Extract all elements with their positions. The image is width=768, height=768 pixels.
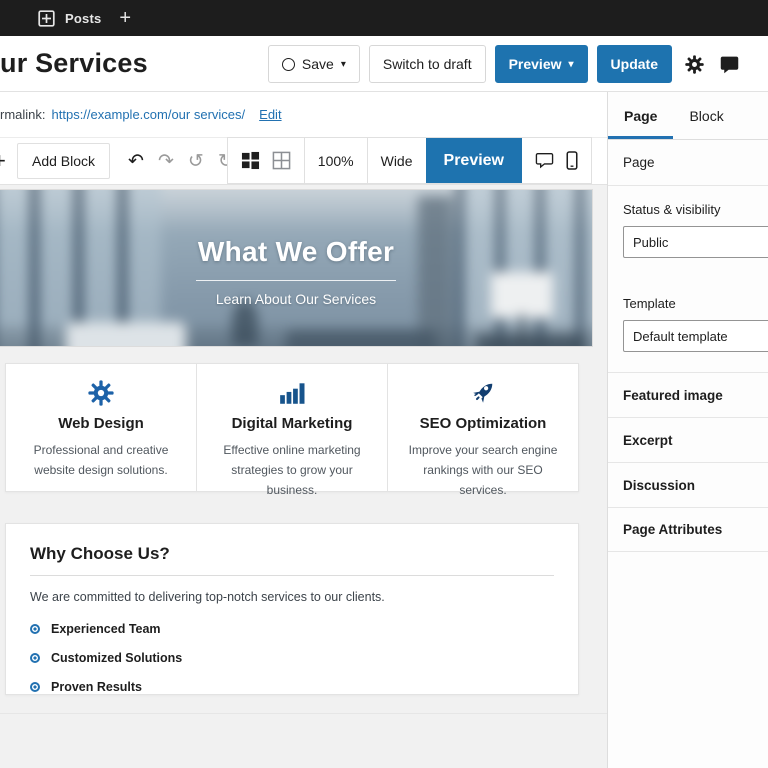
editor-header: ur Services Save ▾ Switch to draft Previ… [0, 36, 768, 92]
grid-view-filled-icon[interactable] [241, 151, 260, 170]
status-visibility-section: Status & visibility Public [608, 186, 768, 276]
editor-main-area: rmalink: https://example.com/our service… [0, 92, 607, 768]
why-choose-us-block[interactable]: Why Choose Us? We are committed to deliv… [5, 523, 579, 695]
services-columns-block[interactable]: Web Design Professional and creative web… [5, 363, 579, 497]
device-preview-cell [522, 138, 591, 183]
page-panel-header[interactable]: Page [608, 140, 768, 186]
panel-page-attributes[interactable]: Page Attributes [608, 507, 768, 552]
content-bottom-divider [0, 713, 607, 714]
zoom-level-button[interactable]: 100% [303, 138, 367, 183]
service-column-web-design[interactable]: Web Design Professional and creative web… [6, 364, 196, 491]
switch-to-draft-label: Switch to draft [382, 56, 472, 72]
editor-canvas: What We Offer Learn About Our Services W… [0, 185, 607, 768]
bullet-ring-icon [30, 682, 40, 692]
settings-gear-icon[interactable] [681, 51, 707, 77]
service-description: Effective online marketing strategies to… [223, 443, 361, 497]
page-title: ur Services [0, 48, 148, 78]
redo-icon[interactable]: ↷ [158, 150, 174, 173]
preview-button-label: Preview [508, 56, 562, 72]
settings-sidebar: Page Block Page Status & visibility Publ… [607, 92, 768, 768]
hero-content: What We Offer Learn About Our Services [0, 190, 592, 346]
hero-subtitle: Learn About Our Services [215, 290, 377, 307]
bullet-ring-icon [30, 653, 40, 663]
panel-featured-image[interactable]: Featured image [608, 372, 768, 417]
rocket-icon [398, 378, 568, 408]
service-description: Professional and creative website design… [33, 443, 169, 477]
template-select[interactable]: Default template [623, 320, 768, 352]
service-title: Web Design [58, 415, 144, 432]
permalink-edit-link[interactable]: Edit [259, 107, 281, 122]
sidebar-tabs: Page Block [608, 92, 768, 140]
toolbar-preview-button[interactable]: Preview [425, 138, 522, 183]
why-divider [30, 575, 554, 576]
history-controls: ↶ ↷ ↺ ↻ [128, 150, 234, 173]
width-toggle-button[interactable]: Wide [366, 138, 426, 183]
new-tab-plus-icon[interactable]: + [119, 8, 131, 28]
hero-title: What We Offer [197, 235, 395, 267]
editor-top-bar: Posts + [0, 0, 768, 36]
permalink-url: https://example.com/our services/ [51, 107, 246, 122]
chevron-down-icon: ▾ [340, 59, 346, 70]
inserter-plus-icon[interactable]: + [0, 148, 9, 174]
permalink-label: rmalink: [0, 107, 46, 122]
service-description: Improve your search engine rankings with… [408, 443, 558, 497]
preview-button[interactable]: Preview ▾ [494, 45, 588, 83]
layout-icons-cell [228, 138, 304, 183]
list-item: Proven Results [30, 680, 554, 694]
service-column-seo[interactable]: SEO Optimization Improve your search eng… [387, 364, 578, 497]
update-button[interactable]: Update [596, 45, 672, 83]
switch-to-draft-button[interactable]: Switch to draft [368, 45, 486, 83]
gear-icon [16, 378, 186, 408]
list-item-label: Experienced Team [51, 622, 161, 636]
why-paragraph: We are committed to delivering top-notch… [30, 590, 385, 604]
template-label: Template [623, 296, 676, 311]
panel-discussion[interactable]: Discussion [608, 462, 768, 507]
update-button-label: Update [610, 56, 658, 72]
header-actions: Save ▾ Switch to draft Preview ▾ Update [267, 36, 742, 92]
panel-excerpt[interactable]: Excerpt [608, 417, 768, 462]
mobile-phone-icon[interactable] [566, 151, 578, 170]
bar-chart-icon [207, 378, 377, 408]
list-item-label: Proven Results [51, 680, 143, 694]
service-title: Digital Marketing [231, 415, 353, 432]
template-section: Template Default template [608, 276, 768, 372]
tab-page[interactable]: Page [608, 92, 674, 139]
comments-bubble-icon[interactable] [716, 51, 742, 77]
posts-tab[interactable]: Posts [38, 9, 102, 27]
service-column-digital-marketing[interactable]: Digital Marketing Effective online marke… [196, 364, 387, 497]
visibility-select[interactable]: Public [623, 226, 768, 258]
undo-icon[interactable]: ↶ [128, 150, 144, 173]
block-toolbar: + Add Block ↶ ↷ ↺ ↻ 100 [0, 137, 607, 185]
posts-tab-label: Posts [65, 10, 102, 26]
view-options-group: 100% Wide Preview [226, 137, 592, 184]
save-button-label: Save [301, 56, 334, 72]
hero-divider [196, 279, 396, 281]
list-item: Customized Solutions [30, 651, 554, 665]
list-item: Experienced Team [30, 622, 554, 636]
chevron-down-icon: ▾ [568, 59, 574, 70]
undo-rotate-icon[interactable]: ↺ [188, 150, 204, 173]
permalink-row: rmalink: https://example.com/our service… [0, 92, 607, 138]
why-list: Experienced Team Customized Solutions Pr… [30, 622, 554, 694]
grid-view-outline-icon[interactable] [272, 151, 291, 170]
tab-block[interactable]: Block [673, 92, 739, 139]
block-grid-icon [38, 9, 55, 27]
bullet-ring-icon [30, 624, 40, 634]
save-status-icon [281, 57, 295, 71]
save-button[interactable]: Save ▾ [267, 45, 360, 83]
add-block-button[interactable]: Add Block [17, 143, 111, 179]
status-visibility-label: Status & visibility [623, 202, 721, 217]
why-title: Why Choose Us? [30, 544, 170, 563]
hero-cover-block[interactable]: What We Offer Learn About Our Services [0, 190, 592, 346]
comment-bubble-outline-icon[interactable] [535, 152, 554, 169]
service-title: SEO Optimization [419, 415, 547, 432]
list-item-label: Customized Solutions [51, 651, 183, 665]
